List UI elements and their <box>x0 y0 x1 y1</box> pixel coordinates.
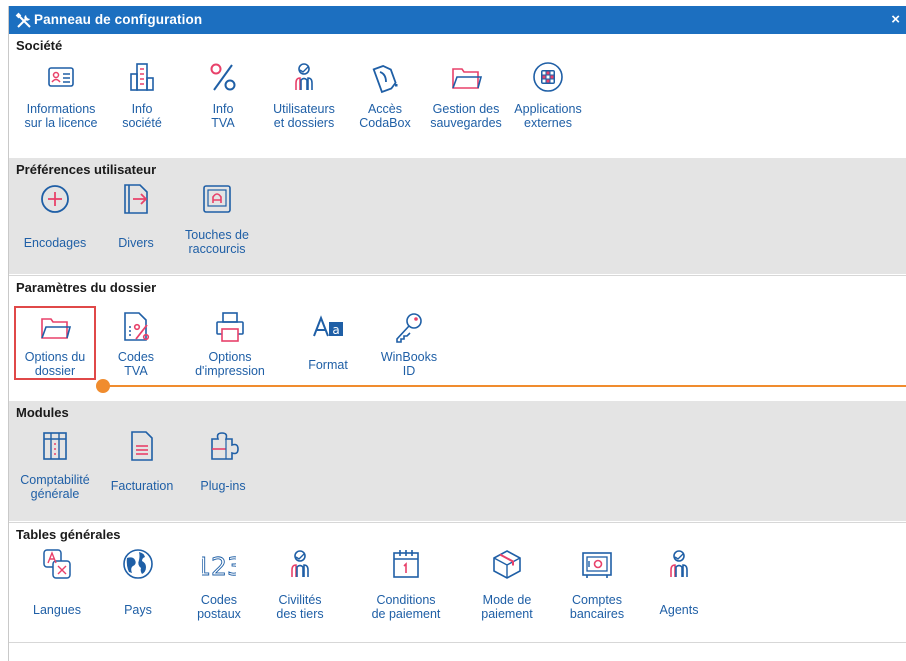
item-label: Conditions de paiement <box>371 593 441 621</box>
item-facturation[interactable]: Facturation <box>100 429 184 509</box>
vat-file-icon <box>124 312 150 341</box>
calendar-icon <box>393 550 419 578</box>
close-button[interactable]: × <box>891 11 900 28</box>
globe-icon <box>123 549 153 579</box>
config-panel: Panneau de configuration × Société Infor… <box>8 6 906 661</box>
ledger-icon <box>43 432 67 460</box>
item-acces-codabox[interactable]: Accès CodaBox <box>343 60 427 140</box>
item-label: Comptes bancaires <box>569 593 625 621</box>
codabox-icon <box>372 65 398 94</box>
invoice-icon <box>131 431 153 461</box>
section-title: Préférences utilisateur <box>16 162 157 177</box>
tools-icon <box>15 12 31 28</box>
item-encodages[interactable]: Encodages <box>13 182 97 262</box>
folder-icon <box>41 318 72 339</box>
item-label: Applications externes <box>514 102 582 130</box>
item-label: Options du dossier <box>24 350 86 378</box>
item-label: Divers <box>118 236 154 250</box>
users-icon <box>295 63 313 90</box>
plus-circle-icon <box>41 185 69 213</box>
section-title: Modules <box>16 405 69 420</box>
section-parametres: Paramètres du dossier Options du dossier… <box>9 276 906 400</box>
keyboard-key-icon <box>203 185 231 213</box>
item-options-dossier[interactable]: Options du dossier <box>13 308 97 378</box>
item-label: Format <box>308 358 348 372</box>
font-format-icon: a <box>313 315 343 337</box>
export-icon <box>124 184 148 214</box>
item-label: Civilités des tiers <box>276 593 324 621</box>
item-options-impression[interactable]: Options d'impression <box>188 308 272 378</box>
item-gestion-sauvegardes[interactable]: Gestion des sauvegardes <box>424 60 508 140</box>
puzzle-icon <box>211 432 239 460</box>
translate-icon <box>43 549 71 579</box>
item-info-tva[interactable]: Info TVA <box>181 60 265 140</box>
item-label: Utilisateurs et dossiers <box>273 102 335 130</box>
item-applications-externes[interactable]: Applications externes <box>506 60 590 140</box>
item-label: Info société <box>122 102 162 130</box>
item-label: Touches de raccourcis <box>185 228 249 256</box>
package-icon <box>493 550 521 579</box>
item-label: Mode de paiement <box>481 593 533 621</box>
item-comptes-bancaires[interactable]: Comptes bancaires <box>555 547 639 627</box>
item-label: Codes TVA <box>117 350 155 378</box>
printer-icon <box>216 312 244 342</box>
item-label: Gestion des sauvegardes <box>430 102 502 130</box>
section-title: Paramètres du dossier <box>16 280 157 295</box>
item-touches-raccourcis[interactable]: Touches de raccourcis <box>175 182 259 262</box>
safe-icon <box>582 552 612 578</box>
item-agents[interactable]: Agents <box>637 547 721 627</box>
item-label: Facturation <box>110 479 174 493</box>
item-label: Options d'impression <box>195 350 265 378</box>
item-divers[interactable]: Divers <box>94 182 178 262</box>
folder-icon <box>452 68 483 89</box>
item-label: Comptabilité générale <box>20 473 90 501</box>
section-title: Tables générales <box>16 527 121 542</box>
section-tables: Tables générales Langues Pays 123 Codes … <box>9 523 906 641</box>
percent-icon <box>210 63 236 91</box>
item-utilisateurs-dossiers[interactable]: Utilisateurs et dossiers <box>262 60 346 140</box>
item-codes-tva[interactable]: Codes TVA <box>94 308 178 378</box>
users-icon <box>291 550 309 577</box>
item-label: Langues <box>33 603 81 617</box>
window-title: Panneau de configuration <box>34 12 203 27</box>
users-icon <box>670 550 688 577</box>
item-pays[interactable]: Pays <box>96 547 180 627</box>
divider <box>9 642 906 643</box>
id-card-icon <box>48 67 74 87</box>
item-winbooks-id[interactable]: WinBooks ID <box>367 308 451 378</box>
section-societe: Société Informations sur la licence Info… <box>9 34 906 157</box>
item-label: Encodages <box>23 236 87 250</box>
svg-text:a: a <box>332 323 339 337</box>
title-bar: Panneau de configuration × <box>9 6 906 34</box>
item-info-societe[interactable]: Info société <box>100 60 184 140</box>
item-label: Info TVA <box>211 102 235 130</box>
item-codes-postaux[interactable]: 123 Codes postaux <box>177 547 261 627</box>
key-icon <box>396 313 422 343</box>
item-label: Pays <box>124 603 152 617</box>
apps-grid-icon <box>533 62 563 92</box>
item-label: Codes postaux <box>197 593 241 621</box>
item-conditions-paiement[interactable]: Conditions de paiement <box>364 547 448 627</box>
item-label: Agents <box>659 603 699 617</box>
item-label: Plug-ins <box>200 479 246 493</box>
building-icon <box>130 63 154 91</box>
item-informations-licence[interactable]: Informations sur la licence <box>19 60 103 140</box>
item-format[interactable]: a Format <box>286 308 370 378</box>
item-label: Accès CodaBox <box>359 102 411 130</box>
section-title: Société <box>16 38 63 53</box>
item-label: WinBooks ID <box>380 350 438 378</box>
item-plug-ins[interactable]: Plug-ins <box>181 429 265 509</box>
section-preferences: Préférences utilisateur Encodages Divers <box>9 158 906 274</box>
item-comptabilite-generale[interactable]: Comptabilité générale <box>13 429 97 509</box>
item-langues[interactable]: Langues <box>15 547 99 627</box>
zoom-slider-handle[interactable] <box>96 379 110 393</box>
section-modules: Modules Comptabilité générale Facturatio… <box>9 401 906 521</box>
numbers-icon: 123 <box>202 552 236 581</box>
svg-text:123: 123 <box>202 552 236 581</box>
zoom-slider-track[interactable] <box>105 385 906 387</box>
item-mode-paiement[interactable]: Mode de paiement <box>465 547 549 627</box>
item-civilites-tiers[interactable]: Civilités des tiers <box>258 547 342 627</box>
item-label: Informations sur la licence <box>24 102 98 130</box>
